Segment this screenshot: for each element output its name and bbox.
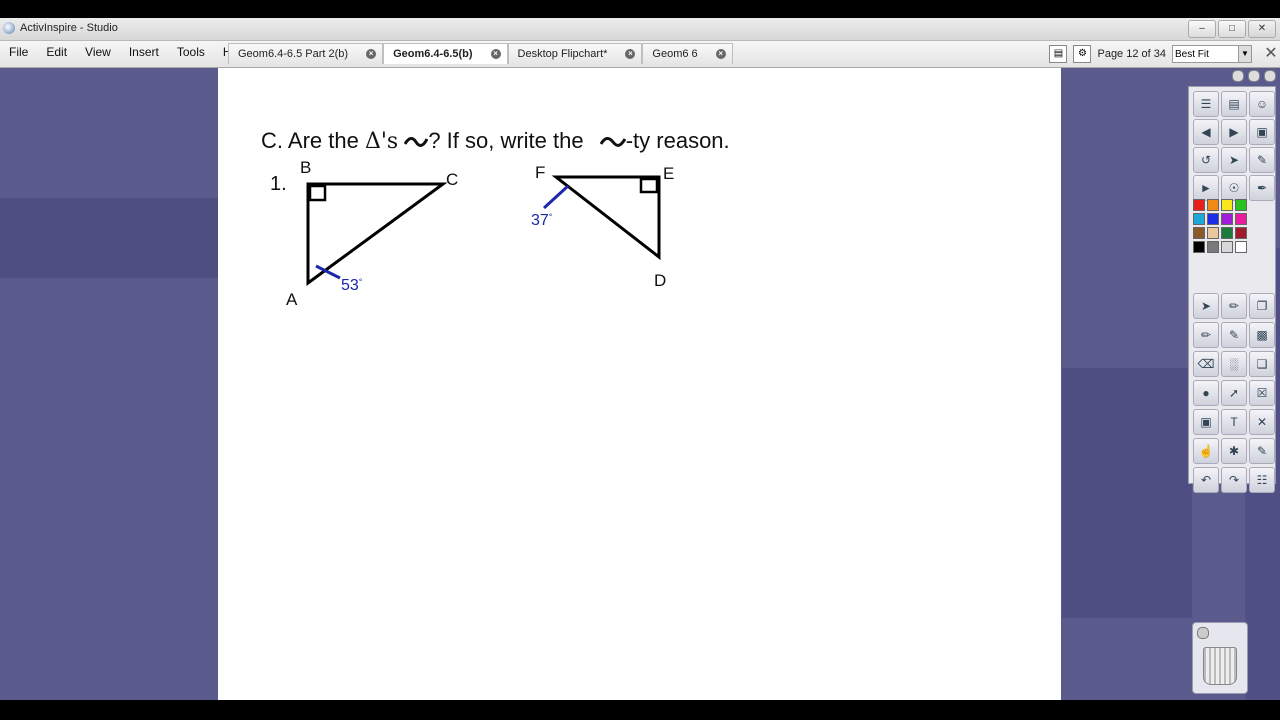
- toolbox-header: [1190, 70, 1276, 86]
- pen-tool-icon[interactable]: ✏: [1221, 293, 1247, 319]
- angle-mark-f: [542, 184, 570, 210]
- flipchart-bin[interactable]: [1192, 622, 1248, 694]
- swatch-purple[interactable]: [1221, 213, 1233, 225]
- toolbox-top-tools: ☰ ▤ ☺ ◀ ▶ ▣ ↺ ➤ ✎ ► ☉ ✒: [1193, 91, 1275, 201]
- eraser-icon[interactable]: ⌫: [1193, 351, 1219, 377]
- degree-symbol: °: [548, 212, 553, 222]
- angle-label-53: 53°: [341, 277, 362, 295]
- play-icon[interactable]: ►: [1193, 175, 1219, 201]
- swatch-blue[interactable]: [1207, 213, 1219, 225]
- angle-value-53: 53: [341, 277, 359, 294]
- shape-icon[interactable]: ●: [1193, 380, 1219, 406]
- swatch-lightgray[interactable]: [1221, 241, 1233, 253]
- globe-icon[interactable]: ☉: [1221, 175, 1247, 201]
- vertex-label-f: F: [535, 163, 546, 182]
- redo-icon[interactable]: ↷: [1221, 467, 1247, 493]
- magic-ink-icon[interactable]: ✱: [1221, 438, 1247, 464]
- clear-icon[interactable]: ☒: [1249, 380, 1275, 406]
- right-angle-mark-e: [639, 177, 659, 194]
- browsers-icon[interactable]: ▤: [1221, 91, 1247, 117]
- edit-icon[interactable]: ✎: [1249, 438, 1275, 464]
- swatch-cyan[interactable]: [1193, 213, 1205, 225]
- paste-icon[interactable]: ▩: [1249, 322, 1275, 348]
- toolbox-pin-icon[interactable]: [1232, 70, 1244, 82]
- problem-number: 1.: [270, 173, 287, 195]
- vertex-label-e: E: [663, 164, 675, 183]
- right-angle-mark-b: [308, 184, 327, 202]
- highlighter-icon[interactable]: ✏: [1193, 322, 1219, 348]
- swatch-orange[interactable]: [1207, 199, 1219, 211]
- swatch-gray[interactable]: [1207, 241, 1219, 253]
- main-menu-icon[interactable]: ☰: [1193, 91, 1219, 117]
- toolbox-settings-icon[interactable]: [1248, 70, 1260, 82]
- swatch-yellow[interactable]: [1221, 199, 1233, 211]
- swatch-black[interactable]: [1193, 241, 1205, 253]
- vertex-label-b: B: [300, 158, 312, 177]
- swatch-darkgreen[interactable]: [1221, 227, 1233, 239]
- connector-icon[interactable]: ➚: [1221, 380, 1247, 406]
- swatch-red[interactable]: [1193, 199, 1205, 211]
- copy-icon[interactable]: ❐: [1249, 293, 1275, 319]
- annotate-icon[interactable]: ✎: [1249, 147, 1275, 173]
- swatch-pink[interactable]: [1235, 213, 1247, 225]
- toolbox-bottom-tools: ➤ ✏ ❐ ✏ ✎ ▩ ⌫ ░ ❑ ● ➚ ☒ ▣ T ✕ ☝ ✱ ✎ ↶ ↷ …: [1193, 293, 1275, 493]
- delete-icon[interactable]: ✕: [1249, 409, 1275, 435]
- bottom-bar: [0, 700, 1280, 720]
- image-icon[interactable]: ▣: [1193, 409, 1219, 435]
- swatch-maroon[interactable]: [1235, 227, 1247, 239]
- swatch-green[interactable]: [1235, 199, 1247, 211]
- triangle-abc: [306, 182, 448, 286]
- reset-page-icon[interactable]: ↺: [1193, 147, 1219, 173]
- select-icon[interactable]: ➤: [1193, 293, 1219, 319]
- main-toolbox: ☰ ▤ ☺ ◀ ▶ ▣ ↺ ➤ ✎ ► ☉ ✒ ➤ ✏ ❐ ✏ ✎ ▩ ⌫ ░ …: [1188, 86, 1276, 493]
- swatch-tan[interactable]: [1207, 227, 1219, 239]
- duplicate-icon[interactable]: ❑: [1249, 351, 1275, 377]
- vertex-label-c: C: [446, 170, 459, 189]
- desktop-icon[interactable]: ▣: [1249, 119, 1275, 145]
- next-page-icon[interactable]: ▶: [1221, 119, 1247, 145]
- fill-icon[interactable]: ░: [1221, 351, 1247, 377]
- clipboard-icon[interactable]: ☷: [1249, 467, 1275, 493]
- user-icon[interactable]: ☺: [1249, 91, 1275, 117]
- hand-icon[interactable]: ☝: [1193, 438, 1219, 464]
- degree-symbol: °: [358, 277, 363, 287]
- pen-icon[interactable]: ✒: [1249, 175, 1275, 201]
- triangles-diagram: [306, 175, 661, 286]
- angle-value-37: 37: [531, 212, 549, 229]
- swatch-brown[interactable]: [1193, 227, 1205, 239]
- bin-settings-icon[interactable]: [1197, 627, 1209, 639]
- marker-icon[interactable]: ✎: [1221, 322, 1247, 348]
- swatch-white[interactable]: [1235, 241, 1247, 253]
- previous-page-icon[interactable]: ◀: [1193, 119, 1219, 145]
- color-palette: [1193, 199, 1247, 253]
- undo-icon[interactable]: ↶: [1193, 467, 1219, 493]
- triangle-fed: [551, 175, 661, 261]
- vertex-label-d: D: [654, 271, 667, 290]
- text-tool-icon[interactable]: T: [1221, 409, 1247, 435]
- toolbox-close-icon[interactable]: [1264, 70, 1276, 82]
- trash-icon: [1203, 647, 1237, 685]
- angle-label-37: 37°: [531, 212, 552, 230]
- cursor-icon[interactable]: ➤: [1221, 147, 1247, 173]
- vertex-label-a: A: [286, 290, 298, 309]
